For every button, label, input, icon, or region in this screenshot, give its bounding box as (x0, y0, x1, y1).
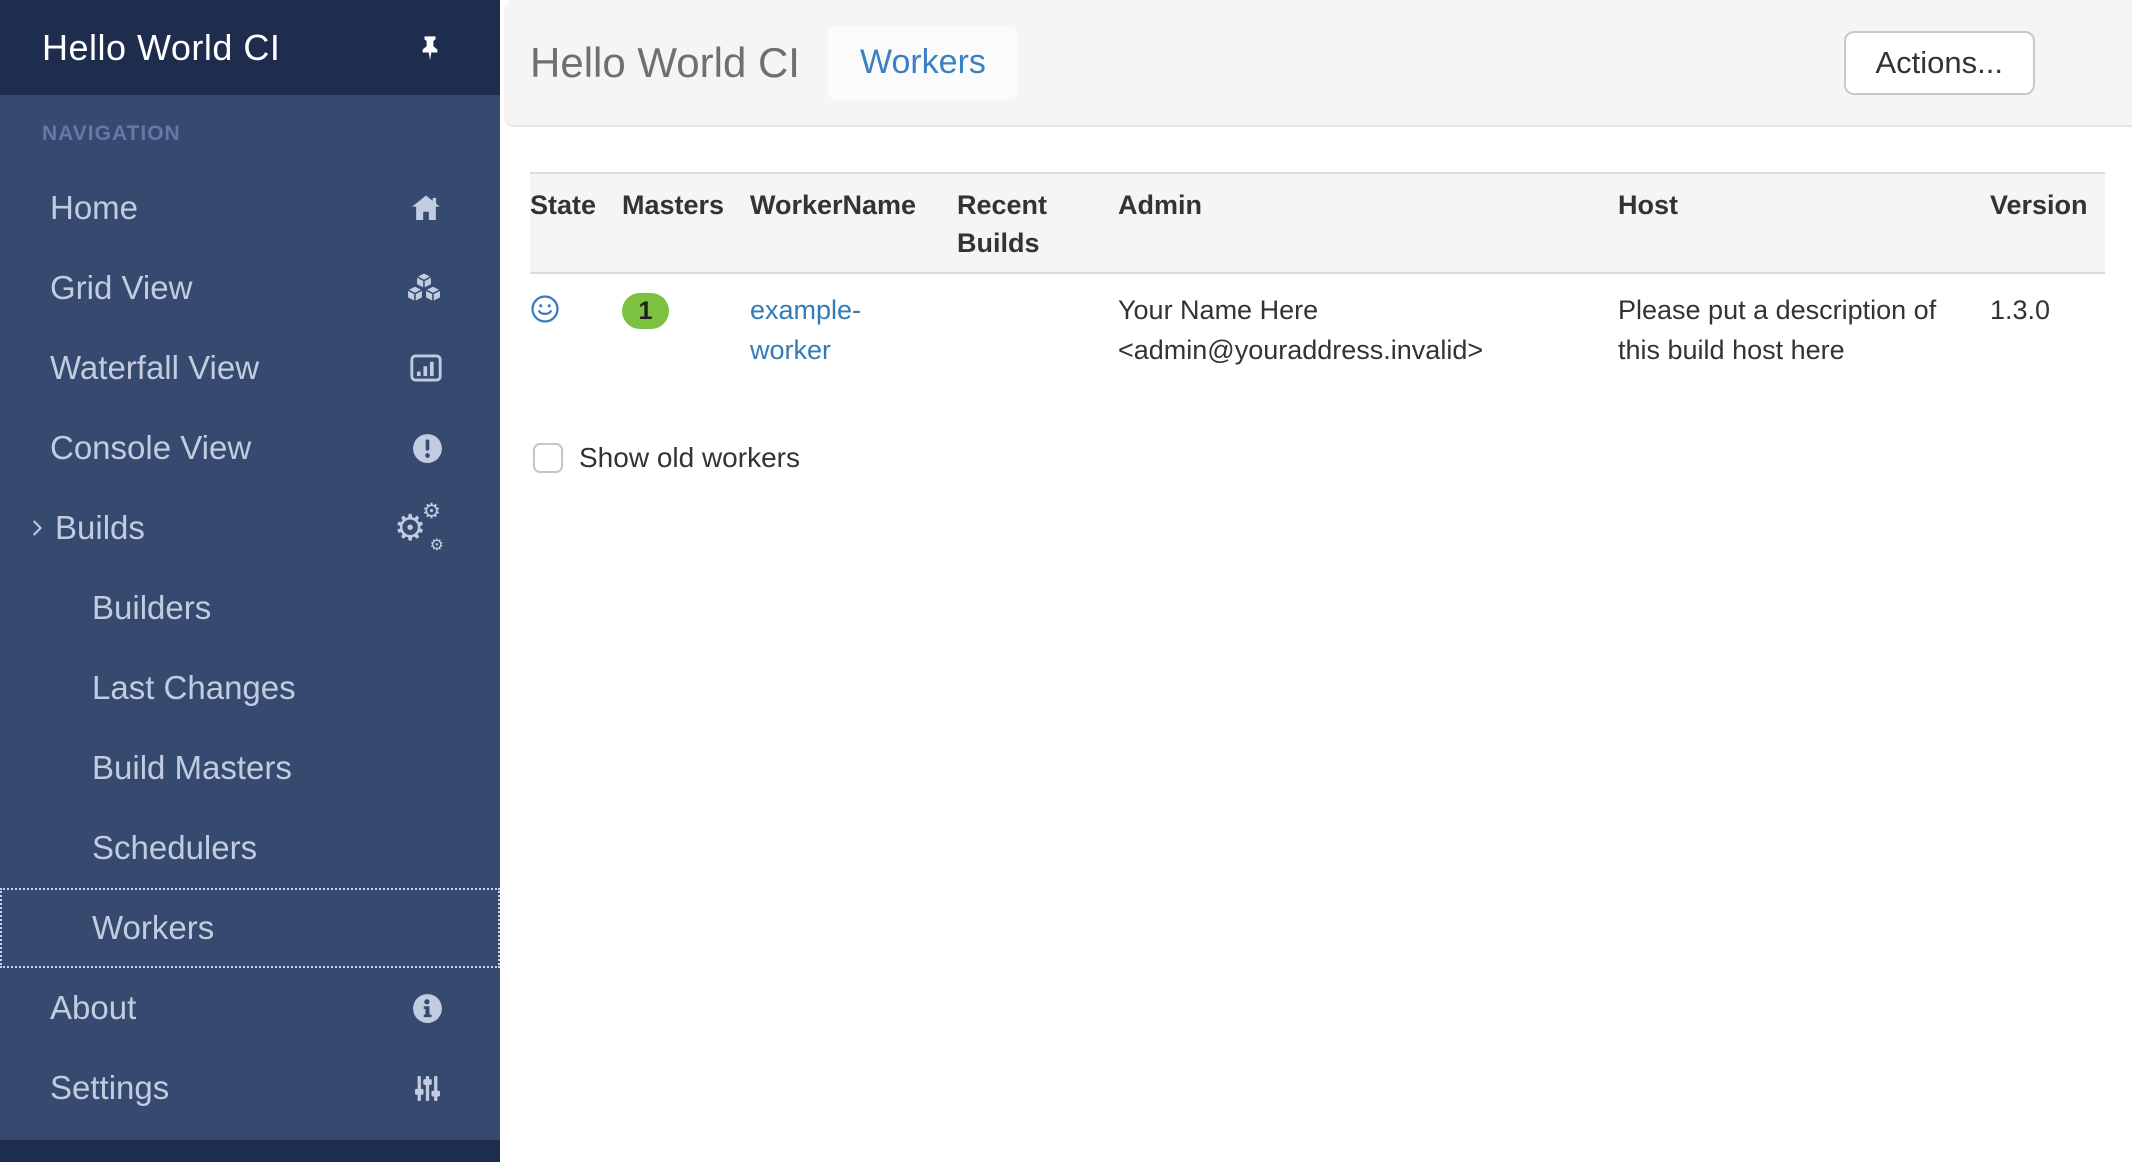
sidebar-item-workers[interactable]: Workers (0, 888, 500, 968)
sidebar-item-label: Build Masters (92, 749, 292, 787)
sidebar-item-builders[interactable]: Builders (0, 568, 500, 648)
sidebar-item-label: About (50, 989, 136, 1027)
pin-sidebar-icon[interactable] (416, 32, 444, 64)
sidebar-item-label: Builders (92, 589, 211, 627)
worker-recent-builds-cell (957, 273, 1118, 386)
sidebar-item-about[interactable]: About (0, 968, 500, 1048)
sidebar-item-settings[interactable]: Settings (0, 1048, 500, 1128)
chevron-right-icon (26, 517, 48, 539)
sliders-icon (411, 1072, 444, 1105)
sidebar-item-label: Grid View (50, 269, 192, 307)
cubes-icon (404, 270, 444, 306)
show-old-workers-checkbox[interactable] (533, 443, 563, 473)
sidebar-item-build-masters[interactable]: Build Masters (0, 728, 500, 808)
workers-page-content: State Masters WorkerName Recent Builds A… (500, 127, 2132, 474)
worker-version-cell: 1.3.0 (1990, 273, 2105, 386)
sidebar-item-label: Settings (50, 1069, 169, 1107)
sidebar-item-label: Workers (92, 909, 214, 947)
sidebar-item-label: Waterfall View (50, 349, 259, 387)
sidebar-item-grid-view[interactable]: Grid View (0, 248, 500, 328)
masters-count-badge: 1 (622, 293, 669, 329)
sidebar-item-console-view[interactable]: Console View (0, 408, 500, 488)
column-header-version: Version (1990, 173, 2105, 273)
show-old-workers-control: Show old workers (530, 442, 2105, 474)
sidebar-item-builds[interactable]: Builds ⚙⚙⚙ (0, 488, 500, 568)
smiley-face-icon (530, 294, 560, 324)
sidebar-footer (0, 1140, 500, 1162)
sidebar-item-label: Console View (50, 429, 251, 467)
column-header-workername: WorkerName (750, 173, 957, 273)
worker-admin-cell: Your Name Here <admin@youraddress.invali… (1118, 273, 1618, 386)
column-header-admin: Admin (1118, 173, 1618, 273)
exclamation-circle-icon (411, 432, 444, 465)
nav-section-label: NAVIGATION (42, 122, 500, 168)
worker-state-cell (530, 273, 622, 386)
topbar: Hello World CI Workers Actions... (504, 0, 2132, 127)
sidebar-item-last-changes[interactable]: Last Changes (0, 648, 500, 728)
workers-table: State Masters WorkerName Recent Builds A… (530, 172, 2105, 386)
show-old-workers-label[interactable]: Show old workers (579, 442, 800, 474)
sidebar-item-label: Schedulers (92, 829, 257, 867)
column-header-state: State (530, 173, 622, 273)
cogs-icon: ⚙⚙⚙ (394, 507, 444, 549)
home-icon (408, 192, 444, 224)
page-title[interactable]: Hello World CI (530, 39, 800, 87)
column-header-host: Host (1618, 173, 1990, 273)
main-area: Hello World CI Workers Actions... State (500, 0, 2132, 1162)
worker-row: 1 example-worker Your Name Here <admin@y… (530, 273, 2105, 386)
worker-masters-cell: 1 (622, 273, 750, 386)
sidebar-item-waterfall-view[interactable]: Waterfall View (0, 328, 500, 408)
worker-name-cell: example-worker (750, 273, 957, 386)
column-header-masters: Masters (622, 173, 750, 273)
sidebar-app-title: Hello World CI (42, 27, 416, 69)
sidebar-item-label: Builds (55, 509, 145, 547)
sidebar-item-label: Home (50, 189, 138, 227)
app-window: Hello World CI NAVIGATION Home Grid View (0, 0, 2132, 1162)
sidebar-item-home[interactable]: Home (0, 168, 500, 248)
table-header-row: State Masters WorkerName Recent Builds A… (530, 173, 2105, 273)
worker-host-cell: Please put a description of this build h… (1618, 273, 1990, 386)
actions-button[interactable]: Actions... (1844, 31, 2036, 95)
sidebar: Hello World CI NAVIGATION Home Grid View (0, 0, 500, 1162)
info-circle-icon (411, 992, 444, 1025)
bar-chart-icon (408, 351, 444, 385)
worker-name-link[interactable]: example-worker (750, 290, 915, 370)
breadcrumb-workers[interactable]: Workers (828, 26, 1018, 100)
sidebar-header: Hello World CI (0, 0, 500, 95)
sidebar-item-label: Last Changes (92, 669, 296, 707)
column-header-recent-builds: Recent Builds (957, 173, 1118, 273)
sidebar-item-schedulers[interactable]: Schedulers (0, 808, 500, 888)
